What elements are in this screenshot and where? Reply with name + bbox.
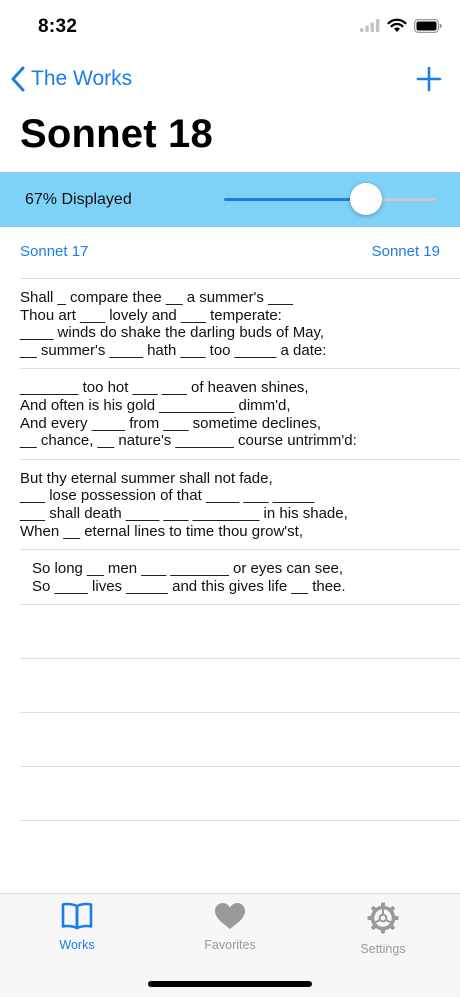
status-bar: 8:32 xyxy=(0,0,460,56)
verses-list: Shall _ compare thee __ a summer's ___ T… xyxy=(20,278,460,874)
next-sonnet-link[interactable]: Sonnet 19 xyxy=(372,243,440,260)
verse-line: ____ winds do shake the darling buds of … xyxy=(20,324,325,342)
wifi-icon xyxy=(387,18,407,32)
display-slider[interactable] xyxy=(224,172,436,227)
stanza-2[interactable]: _______ too hot ___ ___ of heaven shines… xyxy=(20,368,460,458)
tab-favorites[interactable]: Favorites xyxy=(170,902,290,952)
empty-row xyxy=(20,766,460,820)
tab-works[interactable]: Works xyxy=(17,902,137,952)
verse-line: ___ shall death ____ ___ ________ in his… xyxy=(20,504,348,522)
verse-line: _______ too hot ___ ___ of heaven shines… xyxy=(20,379,309,397)
heart-icon xyxy=(215,903,245,929)
status-time: 8:32 xyxy=(38,16,78,37)
empty-row xyxy=(20,658,460,712)
add-button[interactable] xyxy=(416,66,442,97)
verse-line: When __ eternal lines to time thou grow'… xyxy=(20,522,304,540)
signal-icon xyxy=(360,19,380,32)
verse-line: __ summer's ____ hath ___ too _____ a da… xyxy=(20,341,327,359)
empty-row xyxy=(20,820,460,874)
empty-row xyxy=(20,712,460,766)
tab-label: Works xyxy=(59,938,95,952)
verse-line: And often is his gold _________ dimm'd, xyxy=(20,396,291,414)
stanza-3[interactable]: But thy eternal summer shall not fade, _… xyxy=(20,458,460,549)
display-percentage-bar: 67% Displayed xyxy=(0,172,460,227)
sonnet-navigation: Sonnet 17 Sonnet 19 xyxy=(20,243,440,263)
battery-icon xyxy=(414,18,442,33)
tab-bar: Works Favorites Settings xyxy=(0,893,460,997)
display-percentage-label: 67% Displayed xyxy=(25,191,132,208)
back-button-label: The Works xyxy=(31,67,133,90)
verse-line: But thy eternal summer shall not fade, xyxy=(20,469,273,487)
empty-row xyxy=(20,604,460,658)
verse-line: And every ____ from ___ sometime decline… xyxy=(20,414,321,432)
page-title: Sonnet 18 xyxy=(20,112,213,156)
tab-label: Favorites xyxy=(204,938,256,952)
gear-icon xyxy=(367,902,399,934)
plus-icon xyxy=(416,66,442,92)
book-icon xyxy=(61,902,93,930)
tab-label: Settings xyxy=(360,942,406,956)
home-indicator xyxy=(148,981,312,987)
verse-line: Thou art ___ lovely and ___ temperate: xyxy=(20,306,282,324)
stanza-1[interactable]: Shall _ compare thee __ a summer's ___ T… xyxy=(20,278,460,368)
previous-sonnet-link[interactable]: Sonnet 17 xyxy=(20,243,88,260)
chevron-left-icon xyxy=(11,66,25,92)
verse-line: So ____ lives _____ and this gives life … xyxy=(32,577,346,595)
verse-line: Shall _ compare thee __ a summer's ___ xyxy=(20,289,294,306)
stanza-couplet[interactable]: So long __ men ___ _______ or eyes can s… xyxy=(20,549,460,604)
verse-line: ___ lose possession of that ____ ___ ___… xyxy=(20,487,315,505)
navigation-bar: The Works xyxy=(0,56,460,108)
verse-line: __ chance, __ nature's _______ course un… xyxy=(20,432,357,450)
status-icons xyxy=(360,18,442,33)
back-button[interactable]: The Works xyxy=(10,66,132,92)
verse-line: So long __ men ___ _______ or eyes can s… xyxy=(32,560,344,578)
slider-fill xyxy=(224,198,367,201)
tab-settings[interactable]: Settings xyxy=(323,902,443,956)
slider-thumb[interactable] xyxy=(350,183,383,215)
